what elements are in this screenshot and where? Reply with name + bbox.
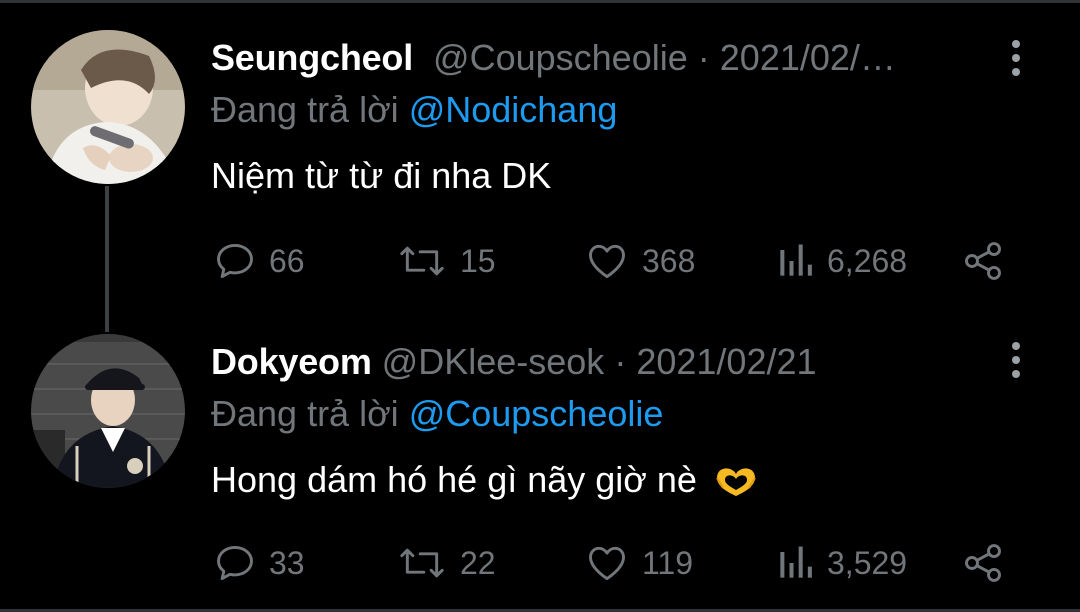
separator-dot: · bbox=[614, 341, 627, 382]
separator-dot: · bbox=[697, 37, 710, 78]
avatar-photo-seungcheol bbox=[31, 30, 185, 184]
tweet-header: Dokyeom @DKlee-seok · 2021/02/21 bbox=[211, 340, 817, 384]
like-button[interactable]: 368 bbox=[584, 236, 695, 286]
retweet-icon bbox=[400, 246, 444, 276]
tweet-text-content: Hong dám hó hé gì nãy giờ nè bbox=[211, 459, 697, 500]
views-button[interactable]: 6,268 bbox=[775, 236, 907, 286]
heart-hands-emoji-icon bbox=[713, 464, 759, 508]
replying-to-label: Đang trả lời bbox=[211, 89, 399, 130]
like-button[interactable]: 119 bbox=[584, 538, 693, 588]
views-count: 3,529 bbox=[827, 544, 908, 581]
tweet[interactable]: Dokyeom @DKlee-seok · 2021/02/21 Đang tr… bbox=[0, 308, 1080, 608]
more-options-icon[interactable] bbox=[1004, 40, 1028, 78]
like-count: 119 bbox=[642, 544, 694, 581]
retweet-button[interactable]: 22 bbox=[396, 538, 496, 588]
heart-icon bbox=[589, 546, 625, 581]
tweet-actions: 66 15 368 6,268 bbox=[0, 236, 1080, 286]
retweet-icon bbox=[400, 548, 444, 578]
share-button[interactable] bbox=[960, 538, 1006, 588]
avatar[interactable] bbox=[31, 334, 185, 488]
reply-count: 33 bbox=[269, 544, 305, 581]
retweet-button[interactable]: 15 bbox=[396, 236, 496, 286]
tweet-text: Niệm từ từ đi nha DK bbox=[211, 155, 552, 196]
share-button[interactable] bbox=[960, 236, 1006, 286]
replying-to: Đang trả lời @Coupscheolie bbox=[211, 392, 663, 436]
heart-icon bbox=[589, 244, 625, 279]
views-icon bbox=[780, 546, 812, 578]
thread-view: Seungcheol @Coupscheolie · 2021/02/… Đan… bbox=[0, 0, 1080, 612]
display-name[interactable]: Seungcheol bbox=[211, 37, 413, 78]
views-count: 6,268 bbox=[827, 242, 908, 279]
like-count: 368 bbox=[642, 242, 696, 279]
tweet-date[interactable]: 2021/02/21 bbox=[636, 341, 816, 382]
user-handle[interactable]: @Coupscheolie bbox=[433, 37, 688, 78]
tweet-header: Seungcheol @Coupscheolie · 2021/02/… bbox=[211, 36, 896, 80]
avatar[interactable] bbox=[31, 30, 185, 184]
reply-button[interactable]: 66 bbox=[213, 236, 305, 286]
reply-mention-link[interactable]: @Nodichang bbox=[409, 89, 618, 130]
share-icon bbox=[965, 544, 1001, 582]
tweet-date[interactable]: 2021/02/… bbox=[720, 37, 896, 78]
reply-count: 66 bbox=[269, 242, 305, 279]
avatar-photo-dokyeom bbox=[31, 334, 185, 488]
reply-mention-link[interactable]: @Coupscheolie bbox=[409, 393, 664, 434]
retweet-count: 22 bbox=[460, 544, 496, 581]
views-button[interactable]: 3,529 bbox=[775, 538, 907, 588]
more-options-icon[interactable] bbox=[1004, 342, 1028, 380]
tweet[interactable]: Seungcheol @Coupscheolie · 2021/02/… Đan… bbox=[0, 0, 1080, 300]
reply-icon bbox=[217, 545, 253, 581]
tweet-actions: 33 22 119 3,529 bbox=[0, 538, 1080, 588]
reply-icon bbox=[217, 243, 253, 279]
replying-to-label: Đang trả lời bbox=[211, 393, 399, 434]
share-icon bbox=[965, 242, 1001, 280]
replying-to: Đang trả lời @Nodichang bbox=[211, 88, 617, 132]
reply-button[interactable]: 33 bbox=[213, 538, 305, 588]
retweet-count: 15 bbox=[460, 242, 496, 279]
user-handle[interactable]: @DKlee-seok bbox=[382, 341, 605, 382]
tweet-text: Hong dám hó hé gì nãy giờ nè bbox=[211, 458, 759, 508]
display-name[interactable]: Dokyeom bbox=[211, 341, 372, 382]
views-icon bbox=[780, 244, 812, 276]
